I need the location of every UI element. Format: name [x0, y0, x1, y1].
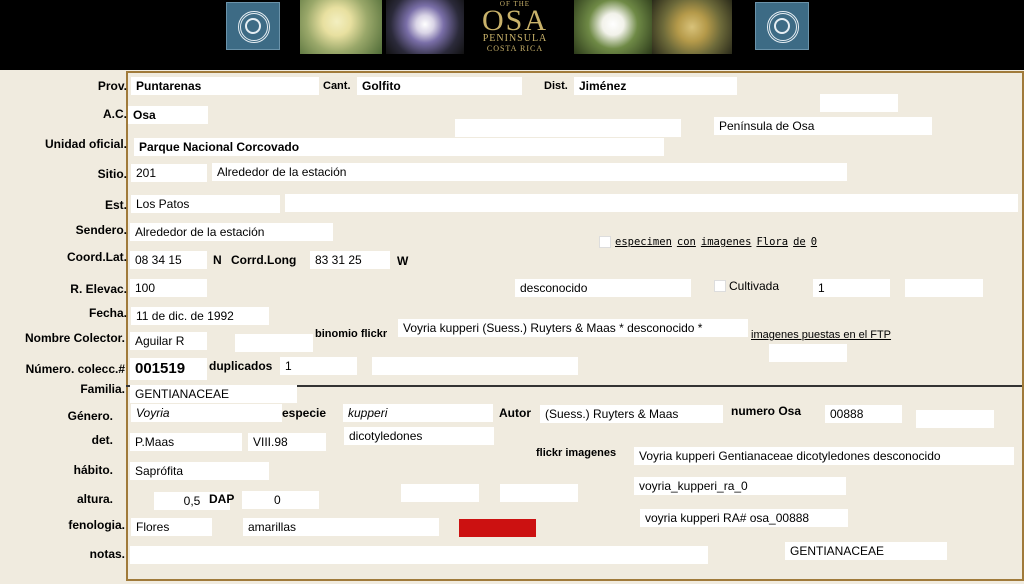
empty-field[interactable]: [820, 94, 898, 112]
label-habito: hábito.: [73, 463, 113, 477]
link-word[interactable]: imagenes: [701, 236, 752, 248]
label-colector: Nombre Colector.: [24, 331, 125, 345]
label-west: W: [397, 254, 409, 268]
osa-logo: OF THE OSA PENINSULA COSTA RICA: [481, 0, 548, 53]
celtic-knot-logo-right: [755, 2, 809, 50]
binomio-field[interactable]: Voyria kupperi (Suess.) Ruyters & Maas *…: [398, 319, 748, 337]
elevation-status-field[interactable]: desconocido: [515, 279, 691, 297]
det-field[interactable]: P.Maas: [130, 433, 242, 451]
empty-field[interactable]: [401, 484, 479, 502]
label-familia: Familia.: [80, 382, 125, 396]
empty-field[interactable]: [455, 119, 681, 137]
label-especie: especie: [282, 406, 327, 420]
label-flickr-imagenes: flickr imagenes: [536, 447, 617, 459]
ftp-images-link[interactable]: imagenes puestas en el FTP: [751, 329, 891, 341]
genero-field[interactable]: Voyria: [131, 404, 282, 422]
cultivada-checkbox[interactable]: [714, 280, 726, 292]
image-code-field[interactable]: voyria kupperi RA# osa_00888: [640, 509, 848, 527]
empty-field[interactable]: [905, 279, 983, 297]
link-word[interactable]: con: [677, 236, 696, 248]
label-altura: altura.: [76, 492, 113, 506]
label-det: det.: [91, 433, 113, 447]
label-cant: Cant.: [323, 80, 351, 92]
empty-field[interactable]: [285, 194, 1018, 212]
notas-field[interactable]: [130, 546, 708, 564]
label-binomio: binomio flickr: [315, 328, 388, 340]
empty-field[interactable]: [769, 344, 847, 362]
unidad-field[interactable]: Parque Nacional Corcovado: [134, 138, 664, 156]
cant-field[interactable]: Golfito: [357, 77, 522, 95]
colector-field[interactable]: Aguilar R: [130, 332, 207, 350]
label-numero-osa: numero Osa: [731, 404, 802, 418]
label-fenologia: fenologia.: [68, 518, 125, 532]
celtic-knot-logo-left: [226, 2, 280, 50]
specimen-checkbox[interactable]: [599, 236, 611, 248]
flower-photo: [574, 0, 652, 54]
label-duplicados: duplicados: [209, 359, 273, 373]
empty-field[interactable]: [235, 334, 313, 352]
especie-field[interactable]: kupperi: [343, 404, 493, 422]
label-cultivada: Cultivada: [729, 279, 780, 293]
label-dist: Dist.: [544, 80, 568, 92]
latitude-field[interactable]: 08 34 15: [130, 251, 207, 269]
sendero-field[interactable]: Alrededor de la estación: [130, 223, 333, 241]
est-field[interactable]: Los Patos: [131, 195, 280, 213]
flower-photo: [386, 0, 464, 54]
link-word[interactable]: especimen: [615, 236, 672, 248]
flower-photo: [652, 0, 732, 54]
clase-field[interactable]: dicotyledones: [344, 427, 494, 445]
label-north: N: [213, 253, 222, 267]
color-swatch: [459, 519, 536, 537]
sitio-number-field[interactable]: 201: [131, 164, 207, 182]
empty-field[interactable]: [500, 484, 578, 502]
det-date-field[interactable]: VIII.98: [248, 433, 326, 451]
empty-field[interactable]: [916, 410, 994, 428]
label-est: Est.: [104, 198, 127, 212]
duplicados-field[interactable]: 1: [280, 357, 357, 375]
ac-field[interactable]: Osa: [128, 106, 208, 124]
flickr-imagenes-field[interactable]: Voyria kupperi Gentianaceae dicotyledone…: [634, 447, 1014, 465]
image-name-field[interactable]: voyria_kupperi_ra_0: [634, 477, 846, 495]
label-genero: Género.: [67, 409, 113, 423]
label-dap: DAP: [209, 492, 235, 506]
specimen-images-link[interactable]: especimen con imagenes Flora de 0: [615, 236, 822, 248]
prov-field[interactable]: Puntarenas: [131, 77, 319, 95]
numero-osa-field[interactable]: 00888: [825, 405, 902, 423]
fenologia-field[interactable]: Flores: [131, 518, 212, 536]
familia-field[interactable]: GENTIANACEAE: [130, 385, 297, 403]
dap-field[interactable]: 0: [242, 491, 319, 509]
dist-field[interactable]: Jiménez: [574, 77, 737, 95]
flower-photo: [300, 0, 382, 54]
label-unidad: Unidad oficial.: [44, 137, 127, 151]
sitio-description-field[interactable]: Alrededor de la estación: [212, 163, 847, 181]
notas-familia-field[interactable]: GENTIANACEAE: [785, 542, 947, 560]
label-elevac: R. Elevac.: [70, 282, 127, 296]
header-banner: OF THE OSA PENINSULA COSTA RICA: [0, 0, 1024, 70]
empty-field[interactable]: [372, 357, 578, 375]
label-autor: Autor: [499, 406, 531, 420]
label-numero: Número. colecc.#: [25, 362, 125, 376]
cultivada-value-field[interactable]: 1: [813, 279, 890, 297]
link-word[interactable]: 0: [811, 236, 817, 248]
color-field[interactable]: amarillas: [243, 518, 439, 536]
link-word[interactable]: Flora: [756, 236, 788, 248]
label-sitio: Sitio.: [97, 167, 127, 181]
label-sendero: Sendero.: [75, 223, 127, 237]
peninsula-field[interactable]: Península de Osa: [714, 117, 932, 135]
label-coord-lat: Coord.Lat.: [67, 250, 127, 264]
fecha-field[interactable]: 11 de dic. de 1992: [131, 307, 269, 325]
longitude-field[interactable]: 83 31 25: [310, 251, 390, 269]
label-notas: notas.: [89, 547, 125, 561]
label-prov: Prov.: [97, 79, 127, 93]
label-ac: A.C.: [103, 107, 127, 121]
habito-field[interactable]: Saprófita: [130, 462, 269, 480]
link-word[interactable]: de: [793, 236, 806, 248]
label-coord-long: Corrd.Long: [231, 253, 297, 267]
elevation-field[interactable]: 100: [130, 279, 207, 297]
numero-field[interactable]: 001519: [130, 358, 207, 380]
autor-field[interactable]: (Suess.) Ruyters & Maas: [540, 405, 723, 423]
label-fecha: Fecha.: [88, 306, 127, 320]
